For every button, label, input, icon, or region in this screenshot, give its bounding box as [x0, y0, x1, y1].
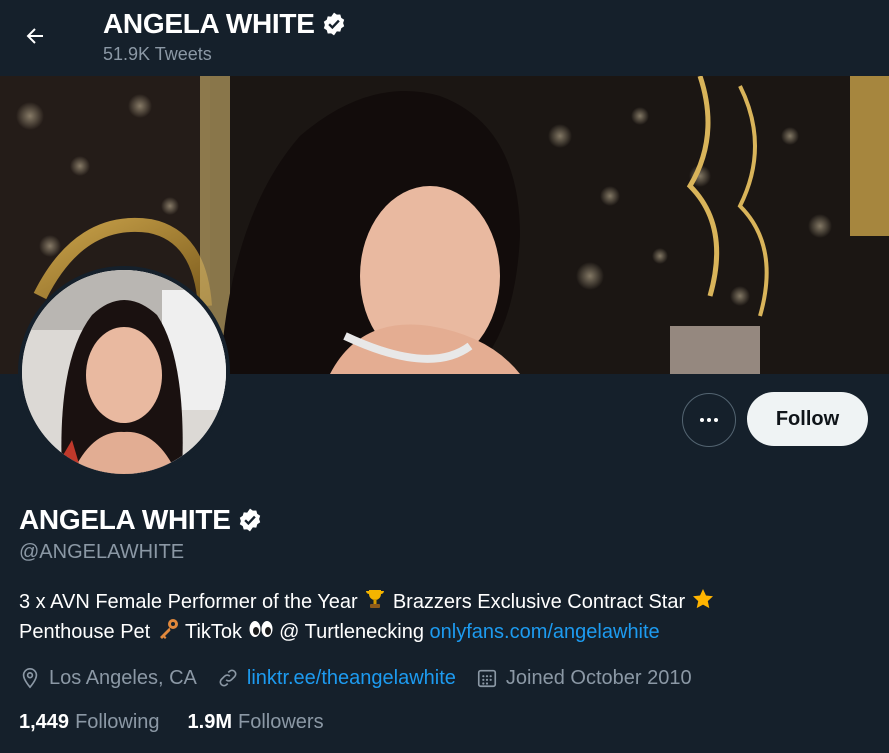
bio-text: 3 x AVN Female Performer of the Year: [19, 591, 358, 613]
bio-text: Brazzers Exclusive Contract Star: [392, 591, 686, 613]
bio-text: @ Turtlenecking: [279, 621, 424, 643]
website-item: linktr.ee/theangelawhite: [217, 667, 456, 690]
website-link[interactable]: linktr.ee/theangelawhite: [247, 667, 456, 690]
profile-name: ANGELA WHITE: [19, 504, 231, 535]
key-emoji-icon: [159, 619, 178, 639]
avatar-photo: [22, 270, 226, 474]
follow-button[interactable]: Follow: [747, 392, 868, 446]
profile-stats: 1,449 Following 1.9M Followers: [19, 711, 352, 734]
eyes-emoji-icon: [249, 621, 273, 637]
tweet-count: 51.9K Tweets: [103, 44, 212, 64]
more-dots-icon: [700, 418, 718, 422]
joined-text: Joined October 2010: [505, 666, 692, 689]
profile-name-row: ANGELA WHITE: [19, 504, 263, 536]
star-emoji-icon: [692, 589, 713, 609]
trophy-emoji-icon: [366, 590, 385, 608]
profile-meta: Los Angeles, CA linktr.ee/theangelawhite…: [19, 664, 712, 692]
header-title: ANGELA WHITE: [103, 8, 315, 39]
verified-badge-icon: [239, 508, 260, 532]
following-count: 1,449: [19, 711, 70, 733]
top-bar: ANGELA WHITE 51.9K Tweets: [0, 0, 889, 76]
calendar-icon: [477, 669, 496, 688]
header-title-row: ANGELA WHITE: [103, 8, 347, 40]
bio-text: Penthouse Pet: [19, 621, 151, 643]
verified-badge-icon: [323, 12, 344, 36]
following-link[interactable]: 1,449 Following: [19, 711, 160, 734]
more-options-button[interactable]: [682, 393, 736, 447]
back-button[interactable]: [14, 15, 56, 57]
arrow-left-icon: [26, 28, 43, 44]
profile-handle: @ANGELAWHITE: [19, 541, 185, 563]
profile-bio: 3 x AVN Female Performer of the Year Bra…: [19, 587, 869, 647]
location-text: Los Angeles, CA: [49, 666, 197, 689]
location-pin-icon: [22, 668, 38, 689]
followers-link[interactable]: 1.9M Followers: [188, 711, 324, 734]
followers-label: Followers: [238, 711, 324, 733]
link-icon: [219, 669, 237, 687]
joined-item: Joined October 2010: [476, 667, 692, 690]
avatar[interactable]: [18, 266, 230, 478]
bio-link[interactable]: onlyfans.com/angelawhite: [430, 621, 660, 643]
location-item: Los Angeles, CA: [19, 667, 197, 690]
followers-count: 1.9M: [187, 711, 233, 733]
following-label: Following: [75, 711, 160, 733]
bio-text: TikTok: [184, 621, 243, 643]
